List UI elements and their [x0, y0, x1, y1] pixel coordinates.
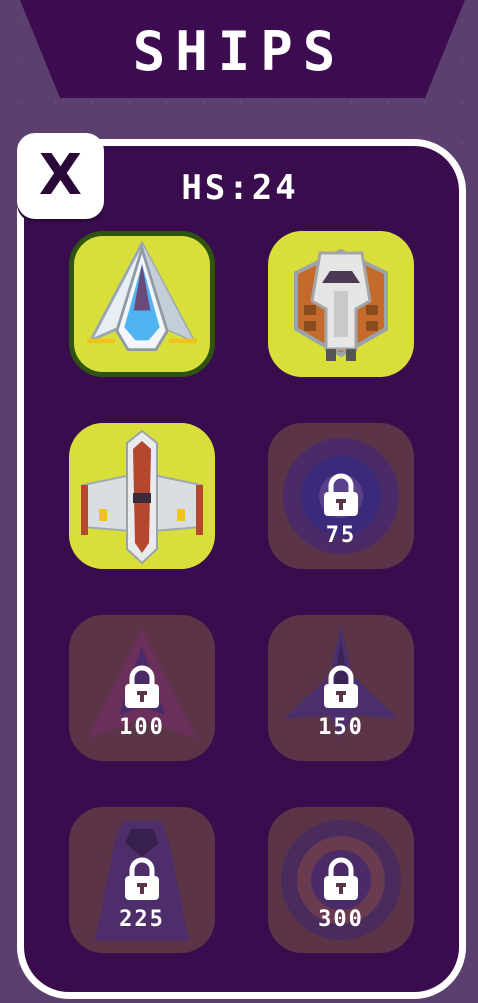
lock-icon — [324, 473, 358, 516]
ship-tile-5-locked[interactable]: 100 — [69, 615, 215, 761]
hexagon-cargo-ship-icon — [294, 248, 388, 361]
ship-price: 150 — [318, 715, 364, 740]
ship-price: 100 — [119, 715, 165, 740]
close-icon: X — [38, 143, 83, 208]
ship-tile-4-locked[interactable]: 75 — [268, 423, 414, 569]
ship-price: 75 — [325, 523, 357, 548]
ship-tile-7-locked[interactable]: 225 — [69, 807, 215, 953]
lock-icon — [125, 665, 159, 708]
ship-price: 225 — [119, 907, 165, 932]
red-fighter-ship-icon — [81, 429, 203, 565]
ship-price: 300 — [318, 907, 364, 932]
ship-tile-2[interactable] — [268, 231, 414, 377]
ship-tile-8-locked[interactable]: 300 — [268, 807, 414, 953]
page-title: SHIPS — [132, 20, 346, 83]
lock-icon — [125, 857, 159, 900]
ship-tile-3[interactable] — [69, 423, 215, 569]
lock-icon — [324, 665, 358, 708]
ship-tile-1[interactable] — [69, 231, 215, 377]
blue-arrow-ship-icon — [87, 240, 197, 352]
close-button[interactable]: X — [17, 133, 104, 219]
ship-tile-6-locked[interactable]: 150 — [268, 615, 414, 761]
high-score: HS:24 — [181, 168, 299, 208]
lock-icon — [324, 857, 358, 900]
